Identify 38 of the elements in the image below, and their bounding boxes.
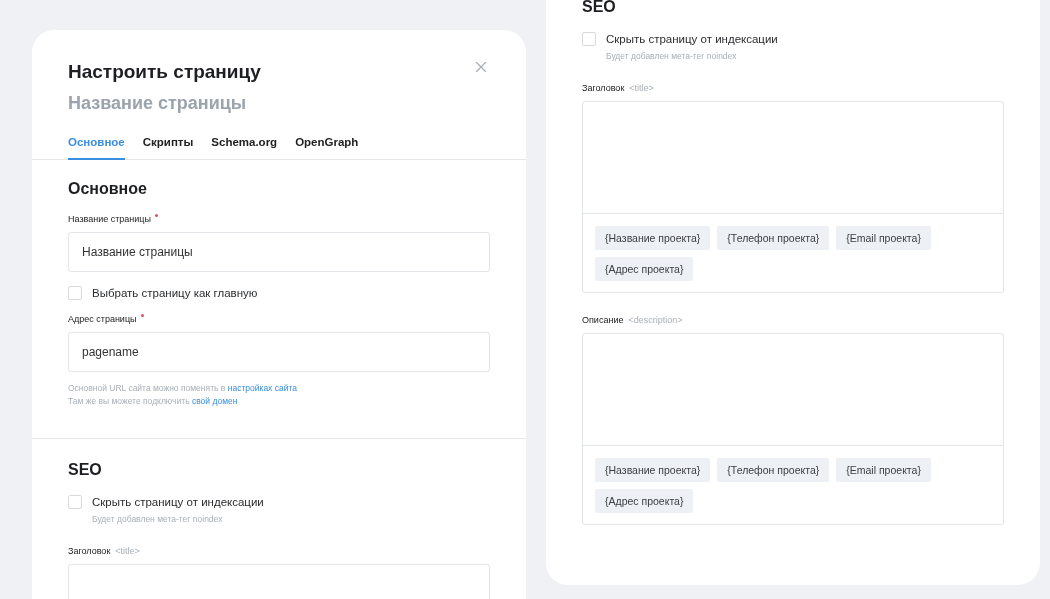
link[interactable]: настройках сайта [227,383,297,393]
text-input[interactable]: Название страницы [68,232,490,272]
hint-text: Будет добавлен мета-тег noindex [92,514,224,524]
checkbox[interactable] [582,32,596,46]
text-area[interactable]: {Название проекта} {Телефон проекта} {Email проекта} {Адрес проекта} [582,101,1004,293]
variable-chip[interactable]: {Телефон проекта} [717,226,830,250]
text-area[interactable]: {Название проекта} {Телефон проекта} {Email проекта} {Адрес проекта} [582,333,1004,525]
link[interactable]: свой домен [191,396,238,406]
checkbox[interactable] [68,286,82,300]
field-label: Описание <description> [582,315,683,325]
checkbox-label: Скрыть страницу от индексации [92,496,264,508]
hint-text: Будет добавлен мета-тег noindex [606,51,738,61]
variable-chip[interactable]: {Телефон проекта} [717,458,830,482]
checkbox[interactable] [68,495,82,509]
section-heading: Основное [68,180,148,198]
field-label: Адрес страницы [68,314,137,324]
variable-chip[interactable]: {Название проекта} [595,458,711,482]
checkbox-label: Скрыть страницу от индексации [606,33,778,45]
field-label: Заголовок <title> [68,546,140,556]
field-label: Название страницы [68,214,151,224]
variable-chip[interactable]: {Название проекта} [595,226,711,250]
field-label: Заголовок <title> [582,83,654,93]
text-input[interactable]: pagename [68,332,490,372]
tab[interactable]: Schema.org [211,136,278,160]
help-text: Основной URL сайта можно поменять в настройках сайта [68,382,298,395]
checkbox-label: Выбрать страницу как главную [92,287,258,299]
variable-chip[interactable]: {Email проекта} [836,226,931,250]
variable-chip[interactable]: {Адрес проекта} [595,489,694,513]
section-heading: SEO [68,461,103,479]
tab[interactable]: OpenGraph [295,136,359,160]
page-name-subtitle: Название страницы [68,93,248,114]
help-text: Там же вы можете подключить свой домен [68,395,239,408]
section-heading: SEO [582,0,617,16]
variable-chip[interactable]: {Email проекта} [836,458,931,482]
variable-chip[interactable]: {Адрес проекта} [595,257,694,281]
tab[interactable]: Основное [68,136,125,160]
tab[interactable]: Скрипты [142,136,194,160]
dialog-title: Настроить страницу [68,61,261,83]
